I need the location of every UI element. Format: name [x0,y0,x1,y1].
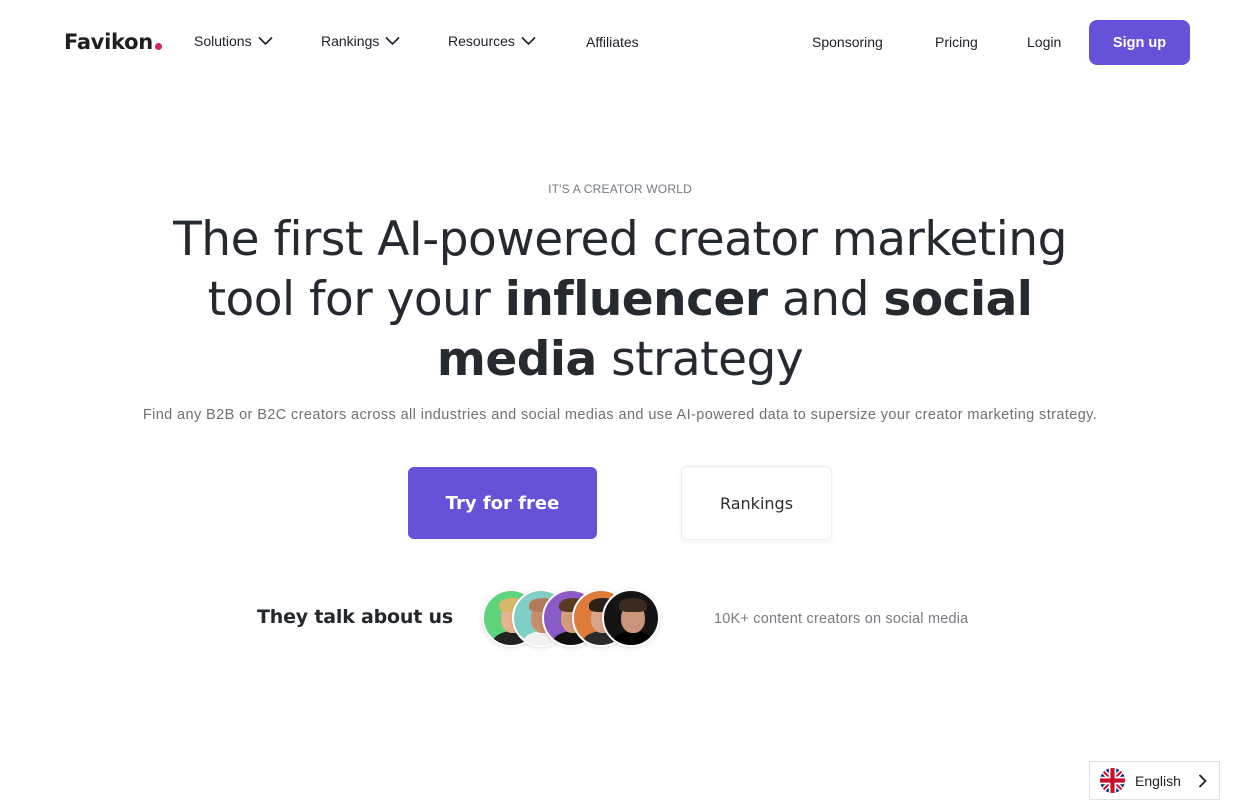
favikon-logo[interactable]: Favikon [64,30,162,54]
creators-stat: 10K+ content creators on social media [714,611,969,627]
uk-flag-icon [1100,768,1125,793]
language-label: English [1135,772,1181,789]
hero-eyebrow: IT'S A CREATOR WORLD [548,182,692,196]
rankings-button[interactable]: Rankings [681,466,832,540]
logo-text: Favikon [64,30,153,54]
headline-part2: and [767,272,884,327]
hero-subtext: Find any B2B or B2C creators across all … [142,407,1098,423]
nav-rankings-label: Rankings [321,33,380,49]
nav-sponsoring-label: Sponsoring [812,34,883,50]
nav-sponsoring[interactable]: Sponsoring [812,34,883,50]
nav-affiliates-label: Affiliates [586,34,639,50]
nav-solutions-label: Solutions [194,33,252,49]
headline-part3: strategy [596,332,804,387]
nav-pricing-label: Pricing [935,34,978,50]
language-switcher[interactable]: English [1089,761,1220,800]
they-talk-about-us-heading: They talk about us [257,606,453,628]
nav-login-label: Login [1027,34,1062,50]
try-for-free-button[interactable]: Try for free [408,467,597,539]
nav-resources-label: Resources [448,33,515,49]
chevron-right-icon [1198,774,1207,793]
hero-headline: The first AI-powered creator marketing t… [140,210,1100,390]
avatar [602,589,660,647]
nav-resources[interactable]: Resources [448,33,536,49]
creator-avatars [482,589,662,647]
headline-bold-influencer: influencer [504,272,768,327]
chevron-down-icon [521,36,536,46]
site-header: Favikon Solutions Rankings Resources Aff… [0,0,1240,85]
nav-pricing[interactable]: Pricing [935,34,978,50]
chevron-down-icon [258,36,273,46]
chevron-down-icon [385,36,400,46]
nav-affiliates[interactable]: Affiliates [586,34,639,50]
nav-solutions[interactable]: Solutions [194,33,273,49]
nav-rankings[interactable]: Rankings [321,33,400,49]
nav-login[interactable]: Login [1027,34,1061,50]
signup-button[interactable]: Sign up [1089,20,1190,65]
logo-dot-icon [154,43,162,50]
